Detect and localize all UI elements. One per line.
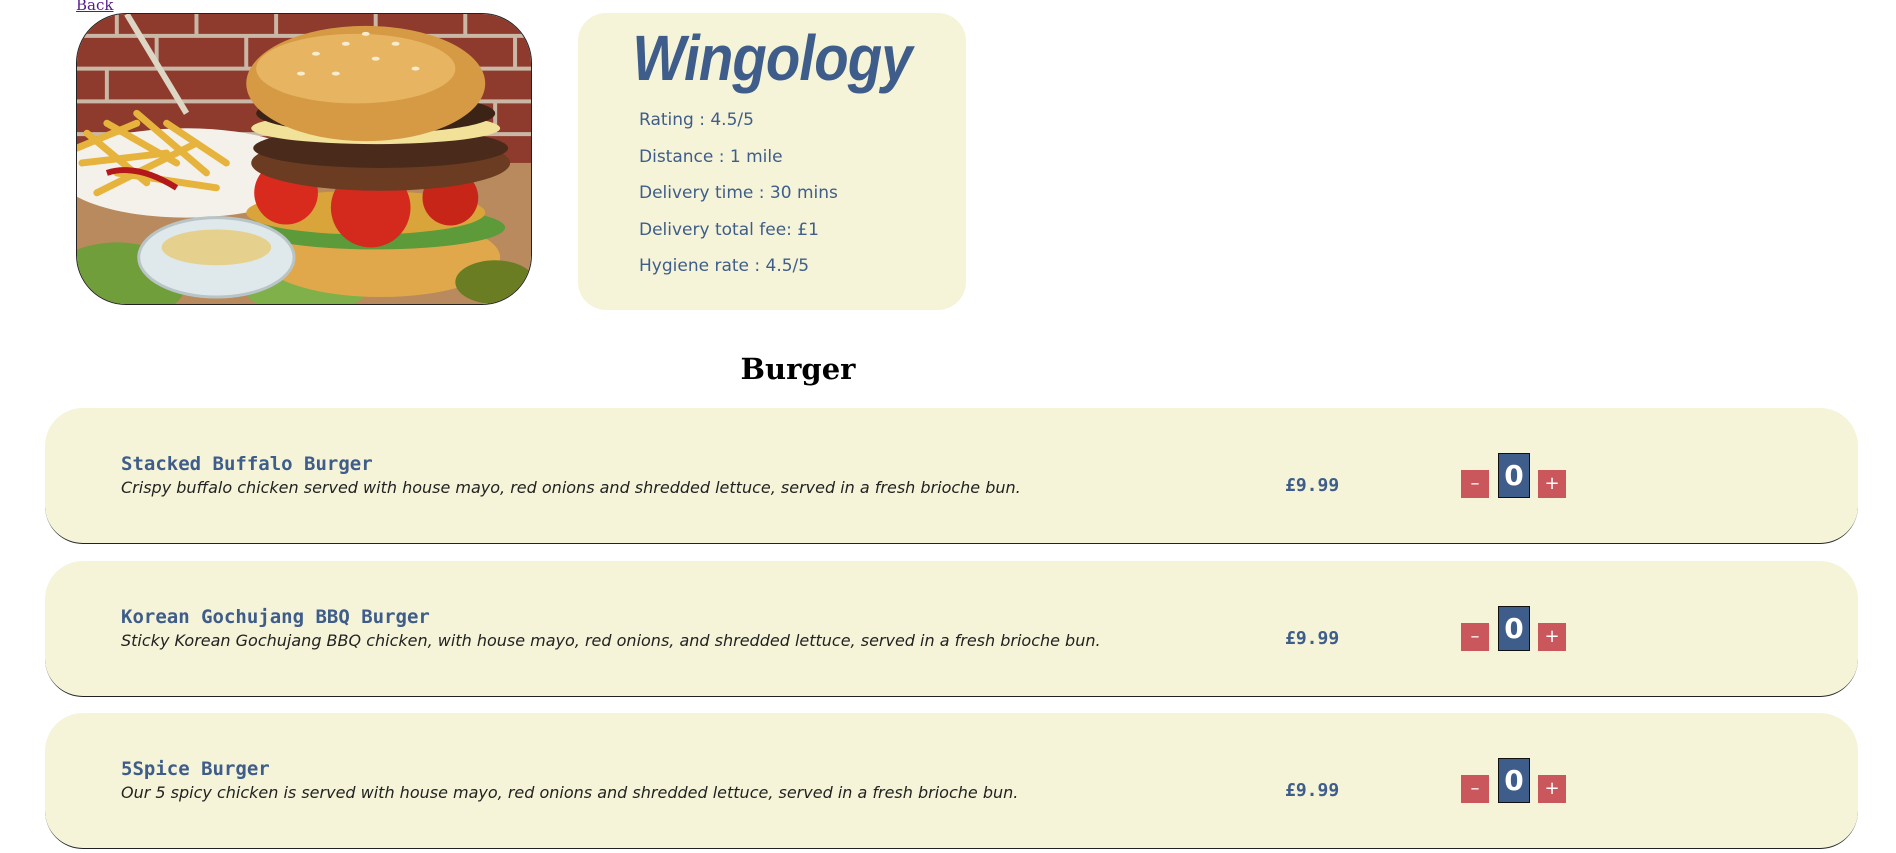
menu-item: Korean Gochujang BBQ Burger Sticky Korea… xyxy=(45,561,1858,697)
decrease-quantity-button[interactable]: – xyxy=(1461,775,1489,803)
item-price: £9.99 xyxy=(1285,628,1340,649)
increase-quantity-button[interactable]: + xyxy=(1538,623,1566,651)
decrease-quantity-button[interactable]: – xyxy=(1461,623,1489,651)
item-name: 5Spice Burger xyxy=(121,758,270,780)
increase-quantity-button[interactable]: + xyxy=(1538,775,1566,803)
restaurant-photo xyxy=(76,13,532,305)
item-description: Our 5 spicy chicken is served with house… xyxy=(121,783,1019,802)
distance-text: Distance : 1 mile xyxy=(639,146,783,167)
restaurant-details: Rating : 4.5/5 Distance : 1 mile Deliver… xyxy=(639,102,838,285)
item-description: Sticky Korean Gochujang BBQ chicken, wit… xyxy=(121,631,1101,650)
quantity-value: 0 xyxy=(1498,606,1530,651)
quantity-value: 0 xyxy=(1498,758,1530,803)
hygiene-rate-text: Hygiene rate : 4.5/5 xyxy=(639,256,810,276)
item-price: £9.99 xyxy=(1285,475,1340,496)
item-price: £9.99 xyxy=(1285,780,1340,801)
quantity-value: 0 xyxy=(1498,453,1530,498)
item-description: Crispy buffalo chicken served with house… xyxy=(121,478,1021,497)
restaurant-name: Wingology xyxy=(632,22,912,94)
menu-item: Stacked Buffalo Burger Crispy buffalo ch… xyxy=(45,408,1858,544)
section-title: Burger xyxy=(740,352,856,386)
restaurant-info-card: Wingology Rating : 4.5/5 Distance : 1 mi… xyxy=(578,13,966,310)
menu-item: 5Spice Burger Our 5 spicy chicken is ser… xyxy=(45,713,1858,849)
item-name: Korean Gochujang BBQ Burger xyxy=(121,606,430,628)
decrease-quantity-button[interactable]: – xyxy=(1461,470,1489,498)
back-link[interactable]: Back xyxy=(76,0,113,14)
delivery-time-text: Delivery time : 30 mins xyxy=(639,183,838,203)
delivery-fee-text: Delivery total fee: £1 xyxy=(639,219,819,240)
rating-text: Rating : 4.5/5 xyxy=(639,110,754,130)
increase-quantity-button[interactable]: + xyxy=(1538,470,1566,498)
item-name: Stacked Buffalo Burger xyxy=(121,453,373,475)
